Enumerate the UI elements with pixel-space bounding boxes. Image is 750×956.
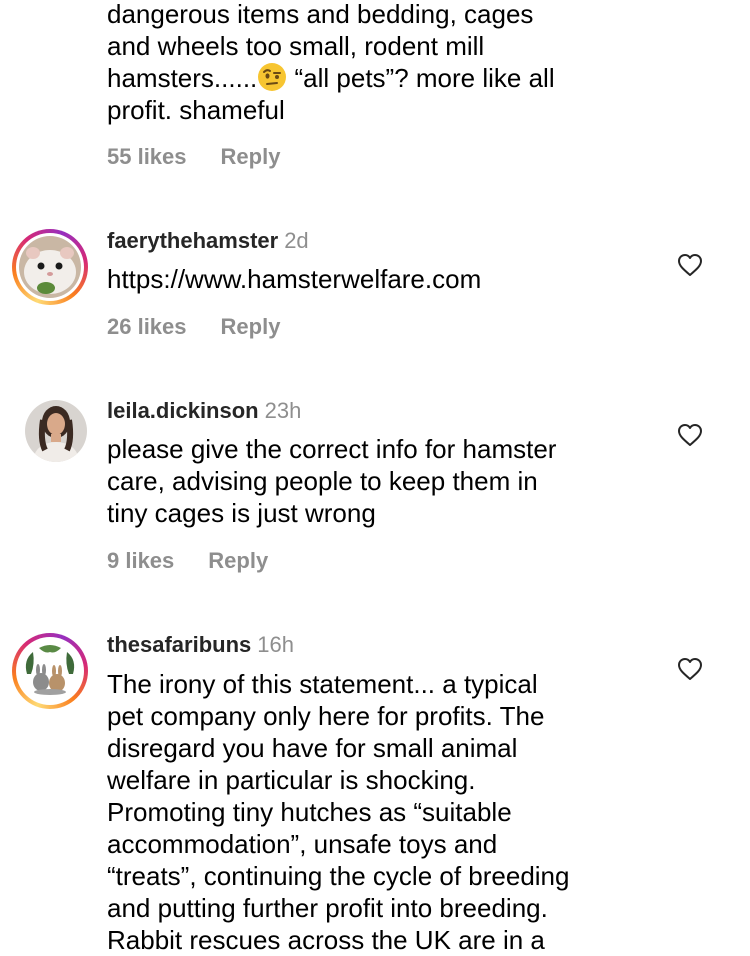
comment-text-line: please give the correct info for hamster	[107, 434, 557, 464]
comment-text-line: Rabbit rescues across the UK are in a	[107, 925, 545, 955]
comment-text-line: tiny cages is just wrong	[107, 498, 376, 528]
comment-text-fragment: “all pets”? more like all	[294, 63, 555, 93]
reply-button[interactable]: Reply	[208, 548, 268, 573]
comment-text: dangerous items and bedding, cages and w…	[107, 0, 667, 126]
rabbits-avatar-icon	[19, 640, 81, 702]
likes-count[interactable]: 55 likes	[107, 144, 187, 169]
comment-text-fragment: hamsters......	[107, 63, 258, 93]
comment-text-line: The irony of this statement... a typical	[107, 669, 538, 699]
comment-text-line: pet company only here for profits. The	[107, 701, 545, 731]
heart-outline-icon[interactable]	[677, 253, 703, 277]
username[interactable]: thesafaribuns	[107, 632, 251, 657]
comment-text-line: disregard you have for small animal	[107, 733, 518, 763]
likes-count[interactable]: 9 likes	[107, 548, 174, 573]
username[interactable]: leila.dickinson	[107, 398, 259, 423]
comment-actions: 55 likes Reply	[107, 144, 280, 170]
heart-outline-icon[interactable]	[677, 657, 703, 681]
avatar[interactable]	[12, 229, 88, 305]
face-with-raised-eyebrow-icon	[258, 63, 287, 91]
timestamp: 2d	[284, 228, 309, 253]
hamster-avatar-icon	[19, 236, 81, 298]
comment-text-line: Promoting tiny hutches as “suitable	[107, 797, 512, 827]
timestamp: 23h	[264, 398, 302, 423]
comment-text[interactable]: https://www.hamsterwelfare.com	[107, 263, 667, 295]
comment-text: please give the correct info for hamster…	[107, 433, 667, 529]
comment-text-line: hamsters...... “all pets”? more like all	[107, 62, 667, 94]
likes-count[interactable]: 26 likes	[107, 314, 187, 339]
comment-text-line: and putting further profit into breeding…	[107, 893, 548, 923]
username[interactable]: faerythehamster	[107, 228, 278, 253]
reply-button[interactable]: Reply	[221, 144, 281, 169]
comment-text-line: care, advising people to keep them in	[107, 466, 538, 496]
comment-text: The irony of this statement... a typical…	[107, 668, 667, 956]
comment-text-line: “treats”, continuing the cycle of breedi…	[107, 861, 570, 891]
timestamp: 16h	[257, 632, 294, 657]
comment-text-line: accommodation”, unsafe toys and	[107, 829, 498, 859]
comment-text-line: and wheels too small, rodent mill	[107, 31, 485, 61]
comment-header: leila.dickinson 23h	[107, 397, 301, 425]
comment-header: thesafaribuns 16h	[107, 631, 294, 659]
heart-outline-icon[interactable]	[677, 423, 703, 447]
comment-actions: 9 likes Reply	[107, 548, 268, 574]
reply-button[interactable]: Reply	[221, 314, 281, 339]
comment-text-line: dangerous items and bedding, cages	[107, 0, 534, 29]
comment-text-line: profit. shameful	[107, 95, 285, 125]
comment-text-line: welfare in particular is shocking.	[107, 765, 476, 795]
comment-actions: 26 likes Reply	[107, 314, 280, 340]
avatar[interactable]	[12, 633, 88, 709]
user-photo-avatar-icon	[25, 400, 87, 462]
comment-header: faerythehamster 2d	[107, 227, 309, 255]
avatar[interactable]	[25, 400, 87, 462]
